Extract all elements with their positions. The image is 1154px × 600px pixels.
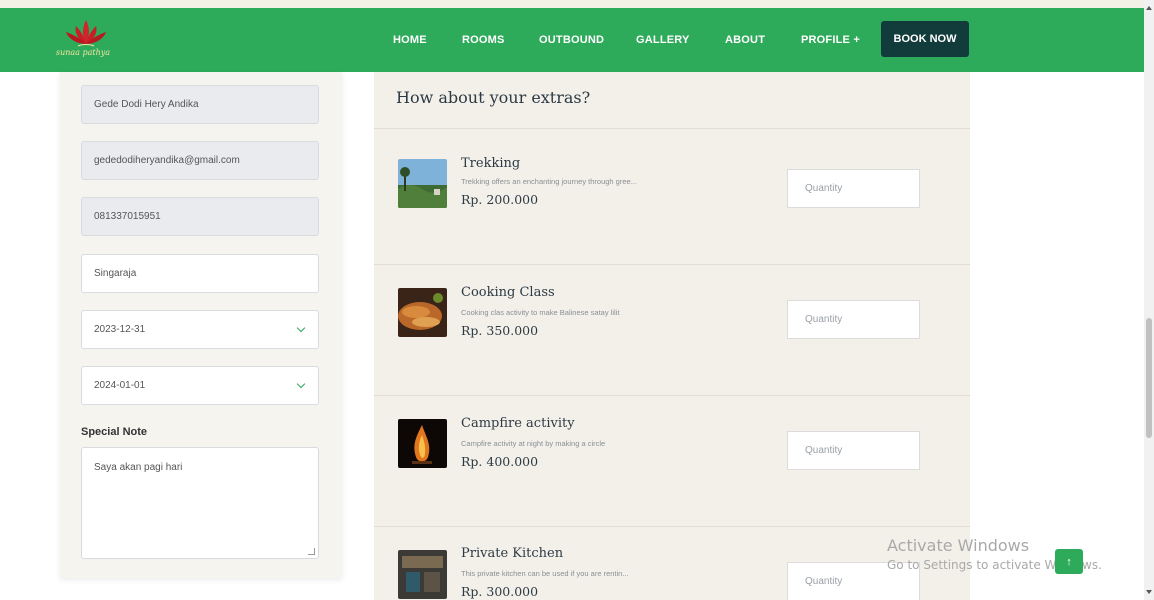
page-top-strip [0, 0, 1154, 8]
name-field: Gede Dodi Hery Andika [81, 85, 319, 124]
lotus-logo-icon [66, 20, 106, 47]
special-note-value: Saya akan pagi hari [94, 462, 183, 473]
item-name: Trekking [461, 156, 521, 171]
navbar: sunaa pathya HOME ROOMS OUTBOUND GALLERY… [0, 8, 1144, 72]
divider [374, 264, 970, 265]
item-name: Cooking Class [461, 285, 555, 300]
arrow-up-icon: ↑ [1066, 555, 1072, 568]
nav-profile[interactable]: PROFILE + [801, 34, 860, 46]
activate-windows-title: Activate Windows [887, 536, 1030, 555]
quantity-input[interactable]: Quantity [787, 300, 920, 339]
scroll-down-icon[interactable] [1146, 590, 1152, 594]
scroll-up-icon[interactable] [1146, 6, 1152, 10]
divider [374, 395, 970, 396]
item-name: Private Kitchen [461, 546, 564, 561]
resize-handle-icon[interactable] [308, 548, 315, 555]
check-out-value: 2024-01-01 [94, 380, 146, 391]
scrollbar[interactable] [1144, 0, 1154, 600]
divider [374, 128, 970, 129]
email-field: gededodiheryandika@gmail.com [81, 141, 319, 180]
item-desc: Cooking clas activity to make Balinese s… [461, 308, 620, 317]
back-to-top-button[interactable]: ↑ [1055, 549, 1083, 574]
nav-gallery[interactable]: GALLERY [636, 34, 690, 46]
nav-outbound[interactable]: OUTBOUND [539, 34, 604, 46]
item-price: Rp. 200.000 [461, 192, 539, 207]
kitchen-photo [398, 550, 447, 599]
cooking-photo [398, 288, 447, 337]
phone-field: 081337015951 [81, 197, 319, 236]
scroll-thumb[interactable] [1146, 318, 1152, 438]
check-in-value: 2023-12-31 [94, 324, 146, 335]
item-desc: This private kitchen can be used if you … [461, 569, 629, 578]
item-price: Rp. 350.000 [461, 323, 539, 338]
booking-form: Gede Dodi Hery Andika gededodiheryandika… [60, 72, 342, 578]
check-out-select[interactable]: 2024-01-01 [81, 366, 319, 405]
campfire-photo [398, 419, 447, 468]
trekking-photo [398, 159, 447, 208]
item-desc: Trekking offers an enchanting journey th… [461, 177, 637, 186]
item-desc: Campfire activity at night by making a c… [461, 439, 606, 448]
item-name: Campfire activity [461, 416, 575, 431]
chevron-down-icon [296, 379, 306, 389]
item-price: Rp. 300.000 [461, 584, 539, 599]
book-now-button[interactable]: BOOK NOW [881, 21, 969, 57]
chevron-down-icon [296, 323, 306, 333]
special-note-textarea[interactable]: Saya akan pagi hari [81, 447, 319, 559]
extras-title: How about your extras? [396, 88, 591, 107]
item-price: Rp. 400.000 [461, 454, 539, 469]
quantity-input[interactable]: Quantity [787, 431, 920, 470]
nav-about[interactable]: ABOUT [725, 34, 765, 46]
city-field[interactable]: Singaraja [81, 254, 319, 293]
extras-panel: How about your extras? Trekking Trekking… [374, 72, 970, 600]
divider [374, 526, 970, 527]
nav-rooms[interactable]: ROOMS [462, 34, 505, 46]
nav-home[interactable]: HOME [393, 34, 427, 46]
special-note-label: Special Note [81, 426, 148, 438]
check-in-select[interactable]: 2023-12-31 [81, 310, 319, 349]
logo-text: sunaa pathya [56, 48, 111, 57]
quantity-input[interactable]: Quantity [787, 169, 920, 208]
logo[interactable]: sunaa pathya [56, 18, 116, 60]
